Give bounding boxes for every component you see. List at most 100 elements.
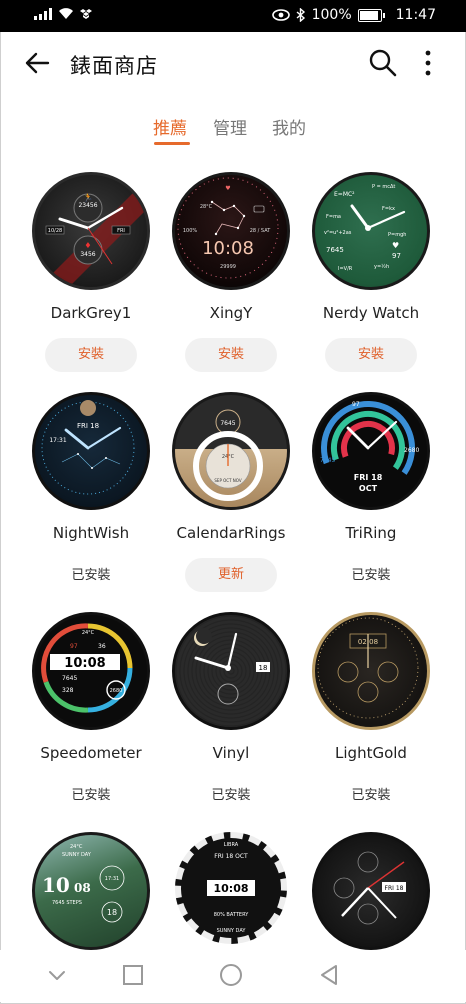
wifi-icon (59, 8, 73, 19)
watchface-preview[interactable]: FRI 18 (312, 832, 430, 950)
clock: 11:47 (395, 7, 436, 23)
svg-text:P=mgh: P=mgh (388, 232, 406, 238)
svg-text:17:31: 17:31 (49, 437, 66, 444)
dropbox-icon (80, 9, 92, 19)
svg-text:7645: 7645 (320, 457, 335, 464)
tab-bar: 推薦 管理 我的 (0, 108, 466, 148)
back-nav-icon[interactable] (316, 962, 342, 988)
steps-text: 7645 (326, 246, 344, 254)
svg-text:🏃: 🏃 (83, 192, 93, 202)
svg-text:♥: ♥ (225, 185, 230, 192)
watchface-preview[interactable]: 23456 🏃 3456 ♦ 10/28 FRI (32, 172, 150, 290)
home-icon[interactable] (218, 962, 244, 988)
svg-text:18: 18 (107, 908, 117, 917)
svg-text:10/28: 10/28 (48, 228, 62, 234)
svg-text:♦: ♦ (84, 241, 91, 250)
svg-text:SUNNY DAY: SUNNY DAY (62, 852, 92, 858)
active-tab-indicator (154, 142, 190, 145)
install-button[interactable]: 安裝 (185, 338, 277, 372)
svg-text:y=½h: y=½h (374, 263, 389, 270)
watchface-preview[interactable]: 24°C SUNNY DAY 10 08 7645 STEPS 17:31 18 (32, 832, 150, 950)
watchface-name: XingY (209, 304, 253, 322)
watchface-name: CalendarRings (176, 524, 286, 542)
svg-text:97: 97 (70, 643, 78, 650)
svg-text:P = mcΔt: P = mcΔt (372, 184, 395, 190)
svg-text:I=V/R: I=V/R (338, 266, 353, 272)
installed-label: 已安裝 (351, 568, 391, 583)
recent-apps-icon[interactable] (120, 962, 146, 988)
installed-label: 已安裝 (211, 788, 251, 803)
watchface-card[interactable]: 23456 🏃 3456 ♦ 10/28 FRI DarkGrey1 安裝 (21, 172, 161, 372)
bluetooth-icon (296, 8, 305, 22)
watchface-name: DarkGrey1 (50, 304, 132, 322)
watchface-card[interactable]: FRI 18 (301, 832, 441, 950)
svg-text:FRI 18: FRI 18 (77, 422, 99, 430)
watchface-preview[interactable]: 97 7645 2680 FRI 18 OCT (312, 392, 430, 510)
installed-label: 已安裝 (71, 568, 111, 583)
svg-text:24°C: 24°C (70, 844, 83, 850)
svg-text:2680: 2680 (404, 447, 419, 454)
watchface-preview[interactable]: LIBRA FRI 18 OCT 10:08 80% BATTERY SUNNY… (175, 832, 287, 944)
tab-mine[interactable]: 我的 (272, 114, 306, 139)
watchface-preview[interactable]: 7645 24°C SEP OCT NOV (172, 392, 290, 510)
svg-text:10:08: 10:08 (213, 882, 248, 895)
watchface-name: LightGold (335, 744, 407, 762)
svg-text:97: 97 (352, 401, 360, 408)
install-button[interactable]: 安裝 (45, 338, 137, 372)
system-nav-bar (0, 950, 466, 1002)
svg-text:17:31: 17:31 (105, 876, 119, 882)
back-arrow-icon[interactable] (22, 48, 52, 78)
watchface-card[interactable]: 18 Vinyl 已安裝 (161, 612, 301, 803)
watchface-name: Nerdy Watch (322, 304, 420, 322)
svg-text:SEP OCT NOV: SEP OCT NOV (214, 478, 241, 483)
watchface-preview[interactable]: 18 (172, 612, 290, 730)
calorie-text: 3456 (80, 251, 95, 258)
watchface-card[interactable]: 24°C SUNNY DAY 10 08 7645 STEPS 17:31 18 (21, 832, 161, 950)
svg-text:10: 10 (42, 873, 70, 897)
svg-text:29999: 29999 (220, 264, 236, 270)
watchface-name: NightWish (52, 524, 130, 542)
watchface-card[interactable]: E=MC² P = mcΔt F=ma F=kx v²=u²+2as P=mgh… (301, 172, 441, 372)
svg-text:v²=u²+2as: v²=u²+2as (324, 230, 352, 236)
watchface-preview[interactable]: FRI 18 17:31 (32, 392, 150, 510)
svg-text:10:08: 10:08 (64, 656, 105, 671)
update-button[interactable]: 更新 (185, 558, 277, 592)
steps-text: 7645 (220, 420, 235, 427)
battery-icon (357, 8, 385, 22)
search-icon[interactable] (368, 48, 398, 78)
watchface-preview[interactable]: 24°C 97 36 10:08 7645 328 2680 (32, 612, 150, 730)
svg-text:18: 18 (259, 664, 268, 672)
more-options-icon[interactable] (418, 48, 438, 78)
tab-manage[interactable]: 管理 (213, 114, 247, 139)
svg-text:28°C: 28°C (200, 204, 213, 210)
page-title: 錶面商店 (70, 54, 158, 78)
svg-text:LIBRA: LIBRA (224, 842, 239, 848)
svg-text:2680: 2680 (110, 688, 123, 694)
watchface-preview[interactable]: 02:08 (312, 612, 430, 730)
svg-text:08: 08 (74, 881, 91, 895)
watchface-card[interactable]: LIBRA FRI 18 OCT 10:08 80% BATTERY SUNNY… (161, 832, 301, 944)
installed-label: 已安裝 (71, 788, 111, 803)
status-bar: 100% 11:47 (0, 0, 466, 32)
svg-text:F=kx: F=kx (382, 206, 395, 212)
watchface-name: Speedometer (40, 744, 142, 762)
watchface-name: Vinyl (212, 744, 250, 762)
svg-text:SUNNY DAY: SUNNY DAY (217, 928, 247, 934)
hide-nav-chevron-icon[interactable] (44, 962, 70, 988)
watchface-card[interactable]: 10:08 28 / SAT 29999 100% 28°C ♥ XingY 安… (161, 172, 301, 372)
watchface-card[interactable]: FRI 18 17:31 NightWish 已安裝 (21, 392, 161, 583)
svg-text:100%: 100% (183, 228, 198, 234)
svg-text:FRI 18 OCT: FRI 18 OCT (214, 853, 248, 860)
watchface-card[interactable]: 97 7645 2680 FRI 18 OCT TriRing 已安裝 (301, 392, 441, 583)
watchface-preview[interactable]: E=MC² P = mcΔt F=ma F=kx v²=u²+2as P=mgh… (312, 172, 430, 290)
install-button[interactable]: 安裝 (325, 338, 417, 372)
tab-recommend[interactable]: 推薦 (153, 114, 187, 139)
svg-text:7645 STEPS: 7645 STEPS (52, 900, 82, 906)
watchface-name: TriRing (345, 524, 397, 542)
watchface-card[interactable]: 24°C 97 36 10:08 7645 328 2680 Speedomet… (21, 612, 161, 803)
app-bar: 錶面商店 (0, 32, 466, 94)
watchface-card[interactable]: 7645 24°C SEP OCT NOV CalendarRings 更新 (161, 392, 301, 592)
svg-text:36: 36 (98, 643, 106, 650)
watchface-preview[interactable]: 10:08 28 / SAT 29999 100% 28°C ♥ (172, 172, 290, 290)
watchface-card[interactable]: 02:08 LightGold 已安裝 (301, 612, 441, 803)
